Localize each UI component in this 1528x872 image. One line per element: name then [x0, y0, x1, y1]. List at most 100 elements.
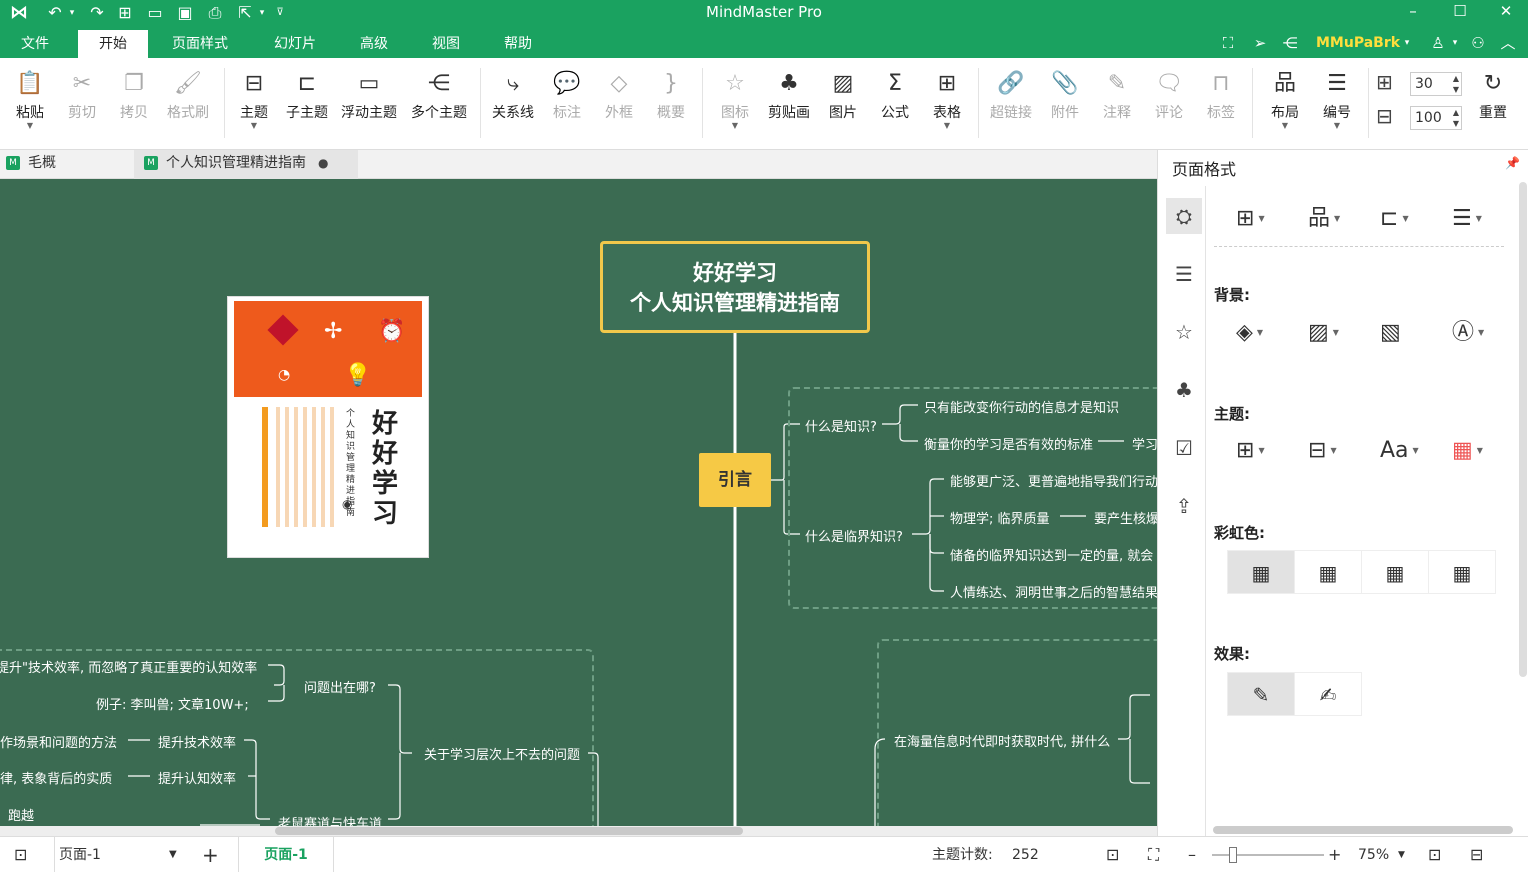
print-icon[interactable]: ⎙	[202, 0, 228, 26]
structure-button[interactable]: 品 ▼	[1308, 204, 1340, 234]
rainbow-option-4[interactable]: ▦	[1428, 550, 1496, 594]
topic-critical-4[interactable]: 人情练达、洞明世事之后的智慧结果	[950, 582, 1157, 601]
clipart-button[interactable]: ♣ 剪贴画	[764, 66, 814, 144]
layout-dropdown-icon[interactable]: ▼	[1262, 122, 1308, 130]
tab-page-style[interactable]: 页面样式	[160, 30, 240, 58]
undo-icon[interactable]: ↶	[42, 0, 68, 26]
topic-knowledge-2-child[interactable]: 学习	[1132, 434, 1157, 453]
customize-quick-access-icon[interactable]: ⊽	[270, 0, 290, 26]
fullscreen-icon[interactable]: ⛶	[1216, 32, 1240, 54]
topic-what-is-knowledge[interactable]: 什么是知识?	[805, 416, 877, 435]
icon-button[interactable]: ☆ 图标 ▼	[712, 66, 758, 144]
clipart-tab-icon[interactable]: ♣	[1166, 372, 1202, 408]
pin-icon[interactable]: 📌	[1505, 156, 1520, 170]
callout-button[interactable]: 💬 标注	[544, 66, 590, 144]
rainbow-option-2[interactable]: ▦	[1294, 550, 1362, 594]
subtopic-button[interactable]: ⊏ 子主题	[282, 66, 332, 144]
topic-critical-2-child[interactable]: 要产生核爆	[1094, 508, 1157, 527]
color-scheme-button[interactable]: ▦ ▼	[1452, 436, 1483, 466]
export-icon[interactable]: ⇱	[232, 0, 258, 26]
comment-button[interactable]: 🗨 评论	[1146, 66, 1192, 144]
topic-knowledge-1[interactable]: 只有能改变你行动的信息才是知识	[924, 397, 1119, 416]
doc-tab-maogai[interactable]: M 毛概	[6, 150, 130, 179]
user-dropdown-icon[interactable]: ▾	[1400, 32, 1414, 54]
zoom-in-icon[interactable]: +	[1328, 837, 1341, 872]
relationship-button[interactable]: ⤷ 关系线	[488, 66, 538, 144]
effect-option-2[interactable]: ✍	[1294, 672, 1362, 716]
topic-critical-2[interactable]: 物理学; 临界质量	[950, 508, 1050, 527]
topic-example[interactable]: 例子: 李叫兽; 文章10W+;	[96, 694, 249, 713]
canvas-horizontal-scrollbar[interactable]	[0, 826, 1157, 836]
panel-horizontal-scrollbar[interactable]	[1213, 826, 1513, 834]
outline-tab-icon[interactable]: ☰	[1166, 256, 1202, 292]
vertical-spacing-input[interactable]: 100 ▲ ▼	[1410, 106, 1462, 130]
floating-topic-button[interactable]: ▭ 浮动主题	[336, 66, 402, 144]
page-panel-icon[interactable]: ⊡	[14, 837, 27, 872]
connector-style-button[interactable]: ⊏ ▼	[1380, 204, 1409, 234]
topic-run[interactable]: 跑越	[8, 805, 34, 824]
spin-arrows-icon[interactable]: ▲ ▼	[1453, 73, 1459, 95]
topic-knowledge-2[interactable]: 衡量你的学习是否有效的标准	[924, 434, 1093, 453]
watermark-button[interactable]: Ⓐ ▼	[1452, 318, 1484, 348]
multiple-topics-button[interactable]: ⋲ 多个主题	[406, 66, 472, 144]
skin-icon[interactable]: ♙	[1426, 32, 1450, 54]
redo-icon[interactable]: ↷	[84, 0, 110, 26]
table-dropdown-icon[interactable]: ▼	[924, 122, 970, 130]
undo-dropdown-icon[interactable]: ▾	[66, 0, 78, 26]
page-select[interactable]: 页面-1 ▼	[54, 837, 184, 872]
theme-layout-button[interactable]: ⊟ ▼	[1308, 436, 1337, 466]
doc-tab-active[interactable]: M 个人知识管理精进指南 ●	[134, 150, 358, 179]
close-icon[interactable]: ✕	[1486, 0, 1526, 24]
tab-help[interactable]: 帮助	[492, 30, 544, 58]
tab-file[interactable]: 文件	[10, 30, 60, 58]
send-icon[interactable]: ➢	[1248, 32, 1272, 54]
actual-size-icon[interactable]: ⊡	[1428, 837, 1441, 872]
user-name[interactable]: MMuPaBrk	[1316, 32, 1400, 54]
apps-icon[interactable]: ⚇	[1466, 32, 1490, 54]
save-icon[interactable]: ▣	[172, 0, 198, 26]
font-button[interactable]: Aa ▼	[1380, 436, 1419, 466]
zoom-level[interactable]: 75%	[1358, 837, 1389, 872]
topic-critical-1[interactable]: 能够更广泛、更普遍地指导我们行动	[950, 471, 1157, 490]
tab-view[interactable]: 视图	[420, 30, 472, 58]
cut-button[interactable]: ✂ 剪切	[58, 66, 106, 144]
layout-button[interactable]: 品布局 ▼	[1262, 66, 1308, 144]
root-topic[interactable]: 好好学习 个人知识管理精进指南	[600, 241, 870, 333]
table-button[interactable]: ⊞ 表格 ▼	[924, 66, 970, 144]
format-painter-button[interactable]: 🖌 格式刷	[160, 66, 216, 144]
new-icon[interactable]: ⊞	[112, 0, 138, 26]
tag-button[interactable]: ⊓ 标签	[1198, 66, 1244, 144]
unsaved-dot-icon[interactable]: ●	[318, 156, 328, 170]
topic-left-3[interactable]: 律, 表象背后的实质	[0, 768, 112, 787]
numbering-dropdown-icon[interactable]: ▼	[1314, 122, 1360, 130]
theme-button[interactable]: ⊞ ▼	[1236, 436, 1265, 466]
fill-color-button[interactable]: ◈ ▼	[1236, 318, 1263, 348]
topic-left-2[interactable]: 作场景和问题的方法	[0, 732, 117, 751]
page-tab-1[interactable]: 页面-1	[238, 837, 334, 872]
tab-start[interactable]: 开始	[78, 30, 148, 58]
topic-button[interactable]: ⊟ 主题 ▼	[232, 66, 276, 144]
boundary-button[interactable]: ◇ 外框	[596, 66, 642, 144]
rainbow-option-3[interactable]: ▦	[1361, 550, 1429, 594]
scrollbar-thumb[interactable]	[275, 827, 743, 835]
book-cover-image[interactable]: ✢ ⏰ 💡 ◔ 好好学习 个人知识管理精进指南 ◉	[228, 297, 428, 557]
collapse-ribbon-icon[interactable]: ︿	[1496, 32, 1520, 54]
add-page-icon[interactable]: +	[202, 837, 219, 872]
topic-info-age[interactable]: 在海量信息时代即时获取时代, 拼什么	[894, 731, 1110, 750]
paste-dropdown-icon[interactable]: ▼	[6, 122, 54, 130]
mindmap-canvas[interactable]: 好好学习 个人知识管理精进指南 引言 什么是知识? 只有能改变你行动的信息才是知…	[0, 179, 1157, 826]
topic-dropdown-icon[interactable]: ▼	[232, 122, 276, 130]
background-image-button[interactable]: ▨ ▼	[1308, 318, 1339, 348]
topic-cognitive-efficiency[interactable]: 提升认知效率	[158, 768, 236, 787]
topic-tech-efficiency[interactable]: 提升技术效率	[158, 732, 236, 751]
topic-critical-3[interactable]: 储备的临界知识达到一定的量, 就会	[950, 545, 1153, 564]
spin-arrows-icon[interactable]: ▲ ▼	[1453, 107, 1459, 129]
open-folder-icon[interactable]: ▭	[142, 0, 168, 26]
export-dropdown-icon[interactable]: ▾	[256, 0, 268, 26]
icon-dropdown-icon[interactable]: ▼	[712, 122, 758, 130]
intro-topic[interactable]: 引言	[699, 453, 771, 507]
layout-style-button[interactable]: ⊞ ▼	[1236, 204, 1265, 234]
tab-advanced[interactable]: 高级	[348, 30, 400, 58]
topic-mouse-race[interactable]: 老鼠赛道与快车道	[278, 813, 382, 826]
picture-button[interactable]: ▨ 图片	[820, 66, 866, 144]
